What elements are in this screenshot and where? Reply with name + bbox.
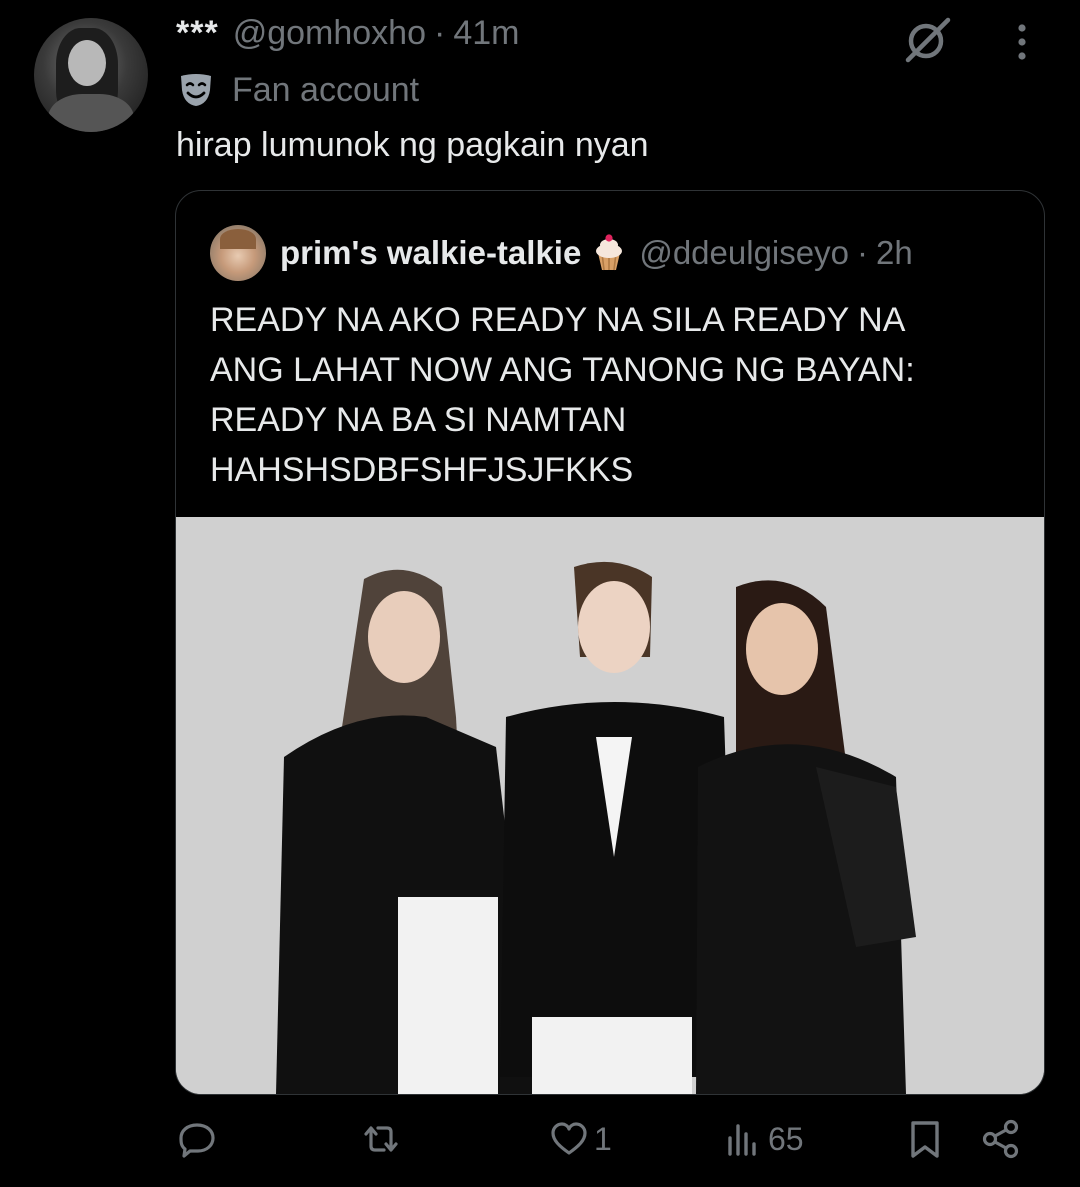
quoted-tweet-header: prim's walkie-talkie @ddeulgiseyo · 2h [210,225,913,281]
reply-button[interactable] [176,1118,222,1160]
tweet-timestamp[interactable]: 41m [453,14,519,53]
reply-icon [179,1123,215,1158]
quoted-text-line: HAHSHSDBFSHFJSJFKKS [210,451,634,489]
heart-icon [551,1122,587,1155]
quoted-tweet-timestamp[interactable]: 2h [876,234,913,272]
views-button[interactable]: 65 [722,1118,804,1160]
theater-mask-icon [181,74,211,106]
views-icon [728,1124,756,1156]
like-count: 1 [594,1120,612,1157]
bookmark-button[interactable] [904,1118,946,1160]
tweet-top-actions [900,16,1060,66]
account-label-text: Fan account [232,70,420,109]
separator-dot: · [856,234,868,271]
retweet-icon [364,1126,398,1152]
quoted-text-line: ANG LAHAT NOW ANG TANONG NG BAYAN: [210,351,915,389]
retweet-button[interactable] [360,1118,406,1160]
tweet-text: hirap lumunok ng pagkain nyan [176,126,649,164]
tweet-header: *** @gomhoxho · 41m [176,14,519,53]
quoted-text-line: READY NA AKO READY NA SILA READY NA [210,301,906,339]
cupcake-icon [596,234,623,271]
quoted-author-handle[interactable]: @ddeulgiseyo [639,234,849,272]
more-icon[interactable] [1010,20,1034,64]
account-label[interactable]: Fan account [176,70,419,110]
quoted-text-line: READY NA BA SI NAMTAN [210,401,627,439]
share-icon [982,1119,1019,1159]
author-display-name[interactable]: *** [176,14,219,53]
quoted-tweet-text: READY NA AKO READY NA SILA READY NA ANG … [210,295,1010,495]
quoted-tweet[interactable]: prim's walkie-talkie @ddeulgiseyo · 2h R… [175,190,1045,1095]
grok-icon[interactable] [900,16,956,64]
separator-dot: · [434,14,446,52]
quoted-author-display-name[interactable]: prim's walkie-talkie [280,234,581,272]
like-button[interactable]: 1 [548,1118,612,1160]
bookmark-icon [911,1121,939,1158]
quoted-tweet-photo[interactable] [176,517,1044,1094]
share-button[interactable] [980,1118,1022,1160]
author-avatar[interactable] [34,18,148,132]
views-count: 65 [768,1120,804,1157]
author-handle[interactable]: @gomhoxho [233,14,426,53]
tweet-actions: 1 65 [176,1118,1036,1178]
quoted-author-avatar[interactable] [210,225,266,281]
